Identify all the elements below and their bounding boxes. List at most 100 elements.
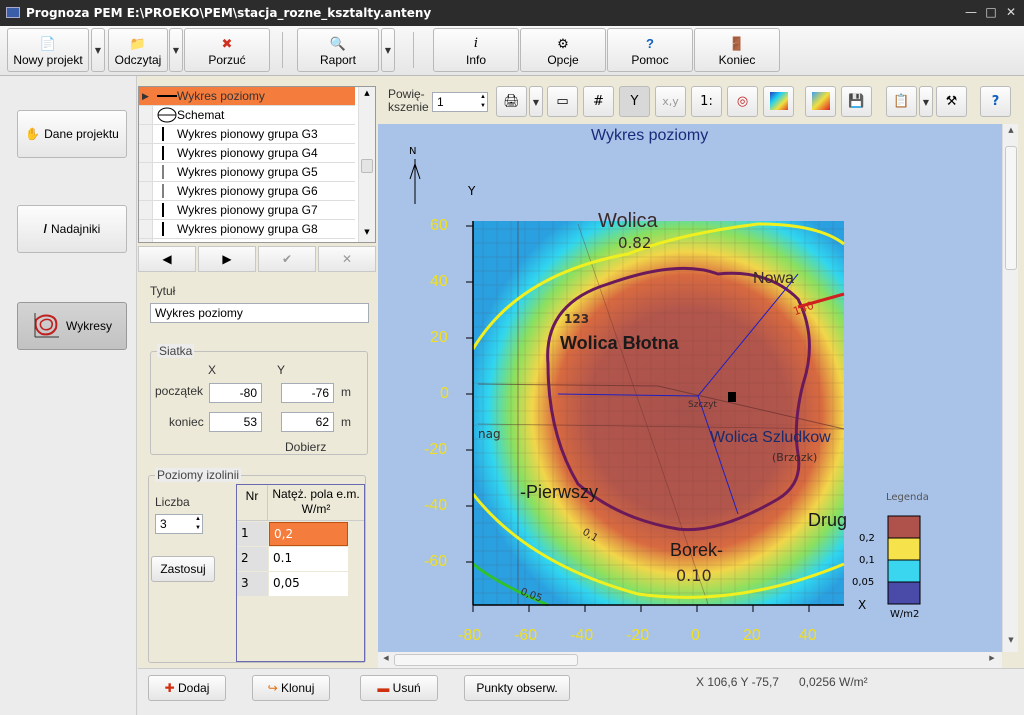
status-readout: X 106,6 Y -75,7 0,0256 W/m² <box>696 675 868 689</box>
discard-button[interactable]: ✖ Porzuć <box>184 28 270 72</box>
zoom-spinner[interactable]: 1 ▲ ▼ <box>432 92 488 112</box>
chart-list-item[interactable]: Wykres pionowy grupa G6 <box>139 182 355 201</box>
isolines-button[interactable]: ◎ <box>727 86 758 117</box>
window-title: Prognoza PEM E:\PROEKO\PEM\stacja_rozne_… <box>26 6 432 20</box>
x-tick-label: 20 <box>743 627 761 644</box>
map-help-button[interactable]: ? <box>980 86 1011 117</box>
legend-title: Legenda <box>886 492 929 503</box>
map-view[interactable]: Wykres poziomy N Y X 60 40 20 0 -20 -40 … <box>378 124 1002 652</box>
chart-list-item[interactable]: Wykres pionowy grupa G3 <box>139 125 355 144</box>
place-label: Wolica Błotna <box>560 333 679 353</box>
chart-list-item[interactable]: Wykres pionowy grupa G8 <box>139 220 355 239</box>
legend-label: 0,05 <box>852 577 875 588</box>
y-tick-label: -40 <box>424 497 448 514</box>
options-button[interactable]: ⚙ Opcje <box>520 28 606 72</box>
vertical-line-icon <box>157 182 177 200</box>
print-dropdown[interactable]: ▼ <box>529 86 543 117</box>
grid-start-x-input[interactable]: -80 <box>209 383 262 403</box>
open-dropdown[interactable]: ▼ <box>169 28 183 72</box>
y-tick-label: -60 <box>424 553 448 570</box>
prev-button[interactable]: ◀ <box>138 246 196 272</box>
color-map-button[interactable] <box>763 86 794 117</box>
cancel-button[interactable]: ✕ <box>318 246 376 272</box>
palette-button[interactable] <box>805 86 836 117</box>
report-button[interactable]: 🔍 Raport <box>297 28 379 72</box>
spinner-arrows-icon[interactable]: ▲ ▼ <box>480 93 486 111</box>
map-vertical-scrollbar[interactable]: ▲ ▼ <box>1002 124 1018 652</box>
tools-icon: ⚒ <box>945 94 958 109</box>
save-button[interactable]: 💾 <box>841 86 872 117</box>
row-pointer-icon: ▶ <box>142 91 149 101</box>
open-button[interactable]: 📁 Odczytaj <box>108 28 168 72</box>
isoline-value-cell[interactable]: 0,2 <box>269 522 348 546</box>
print-button[interactable]: 🖨 <box>496 86 527 117</box>
grid-button[interactable]: # <box>583 86 614 117</box>
map-horizontal-scrollbar[interactable]: ◀ ▶ <box>378 652 1002 668</box>
app-icon <box>6 7 20 18</box>
chart-list-item[interactable]: Wykres pionowy grupa G4 <box>139 144 355 163</box>
remove-button[interactable]: ▬ Usuń <box>360 675 438 701</box>
close-icon[interactable]: ✕ <box>1003 4 1019 20</box>
maximize-icon[interactable]: □ <box>983 4 999 20</box>
grid-group: Siatka X Y początek -80 -76 m koniec 53 … <box>150 344 368 455</box>
chart-list-item[interactable]: Wykres pionowy grupa G7 <box>139 201 355 220</box>
new-project-dropdown[interactable]: ▼ <box>91 28 105 72</box>
report-dropdown[interactable]: ▼ <box>381 28 395 72</box>
place-label: Wolica Szludkow <box>710 429 831 446</box>
auto-fit-link[interactable]: Dobierz <box>285 440 326 454</box>
map-title: Wykres poziomy <box>591 127 709 144</box>
chart-list-item[interactable]: ▶ Wykres poziomy <box>139 87 355 106</box>
isoline-value-cell[interactable]: 0,05 <box>269 572 348 596</box>
observation-points-button[interactable]: Punkty obserw. <box>464 675 570 701</box>
isoline-value-cell[interactable]: 0.1 <box>269 547 348 571</box>
cancel-icon: ✕ <box>341 252 353 266</box>
nav-charts-button[interactable]: Wykresy <box>17 302 127 350</box>
add-button[interactable]: ✚ Dodaj <box>148 675 226 701</box>
tools-button[interactable]: ⚒ <box>936 86 967 117</box>
vertical-line-icon <box>157 125 177 143</box>
check-icon: ✔ <box>281 252 293 266</box>
scale-icon: 1: <box>700 94 713 109</box>
isolines-group: Poziomy izolinii Liczba 3 ▲ ▼ Zastosuj Nr… <box>148 468 366 663</box>
new-project-button[interactable]: 📄 Nowy projekt <box>7 28 89 72</box>
chart-list-item[interactable]: Wykres pionowy grupa G5 <box>139 163 355 182</box>
confirm-button[interactable]: ✔ <box>258 246 316 272</box>
info-icon: i <box>473 36 479 51</box>
window-titlebar: Prognoza PEM E:\PROEKO\PEM\stacja_rozne_… <box>0 0 1024 26</box>
help-button[interactable]: ? Pomoc <box>607 28 693 72</box>
minimize-icon[interactable]: — <box>963 4 979 20</box>
isoline-count-spinner[interactable]: 3 ▲ ▼ <box>155 514 203 534</box>
xy-button[interactable]: x,y <box>655 86 686 117</box>
legend-unit: W/m2 <box>890 609 920 620</box>
col-header-value: Natęż. pola e.m. W/m² <box>268 485 364 521</box>
report-icon: 🔍 <box>329 36 347 51</box>
chart-list-item[interactable]: Schemat <box>139 106 355 125</box>
axes-button[interactable]: Y <box>619 86 650 117</box>
next-button[interactable]: ▶ <box>198 246 256 272</box>
frame-button[interactable]: ▭ <box>547 86 578 117</box>
info-button[interactable]: i Info <box>433 28 519 72</box>
help-icon: ? <box>646 36 654 51</box>
list-scrollbar[interactable]: ▲ ▼ <box>358 87 375 242</box>
scale-button[interactable]: 1: <box>691 86 722 117</box>
nav-project-data-button[interactable]: ✋ Dane projektu <box>17 110 127 158</box>
grid-end-x-input[interactable]: 53 <box>209 412 262 432</box>
zoom-label: Powię-kszenie <box>388 87 429 114</box>
printer-icon: 🖨 <box>503 94 520 109</box>
prev-icon: ◀ <box>162 252 172 266</box>
x-tick-label: 0 <box>691 627 700 644</box>
nav-transmitters-button[interactable]: / Nadajniki <box>17 205 127 253</box>
spinner-arrows-icon[interactable]: ▲ ▼ <box>195 515 201 533</box>
copy-dropdown[interactable]: ▼ <box>919 86 933 117</box>
gradient-icon <box>769 92 788 110</box>
grid-start-y-input[interactable]: -76 <box>281 383 334 403</box>
clone-button[interactable]: ↪ Klonuj <box>252 675 330 701</box>
place-label: (Brzozk) <box>772 451 818 464</box>
copy-button[interactable]: 📋 <box>886 86 917 117</box>
chart-list[interactable]: ▶ Wykres poziomy Schemat Wykres pionowy … <box>138 86 376 243</box>
x-tick-label: -20 <box>626 627 650 644</box>
exit-button[interactable]: 🚪 Koniec <box>694 28 780 72</box>
title-input[interactable]: Wykres poziomy <box>150 303 369 323</box>
apply-button[interactable]: Zastosuj <box>151 556 215 582</box>
grid-end-y-input[interactable]: 62 <box>281 412 334 432</box>
